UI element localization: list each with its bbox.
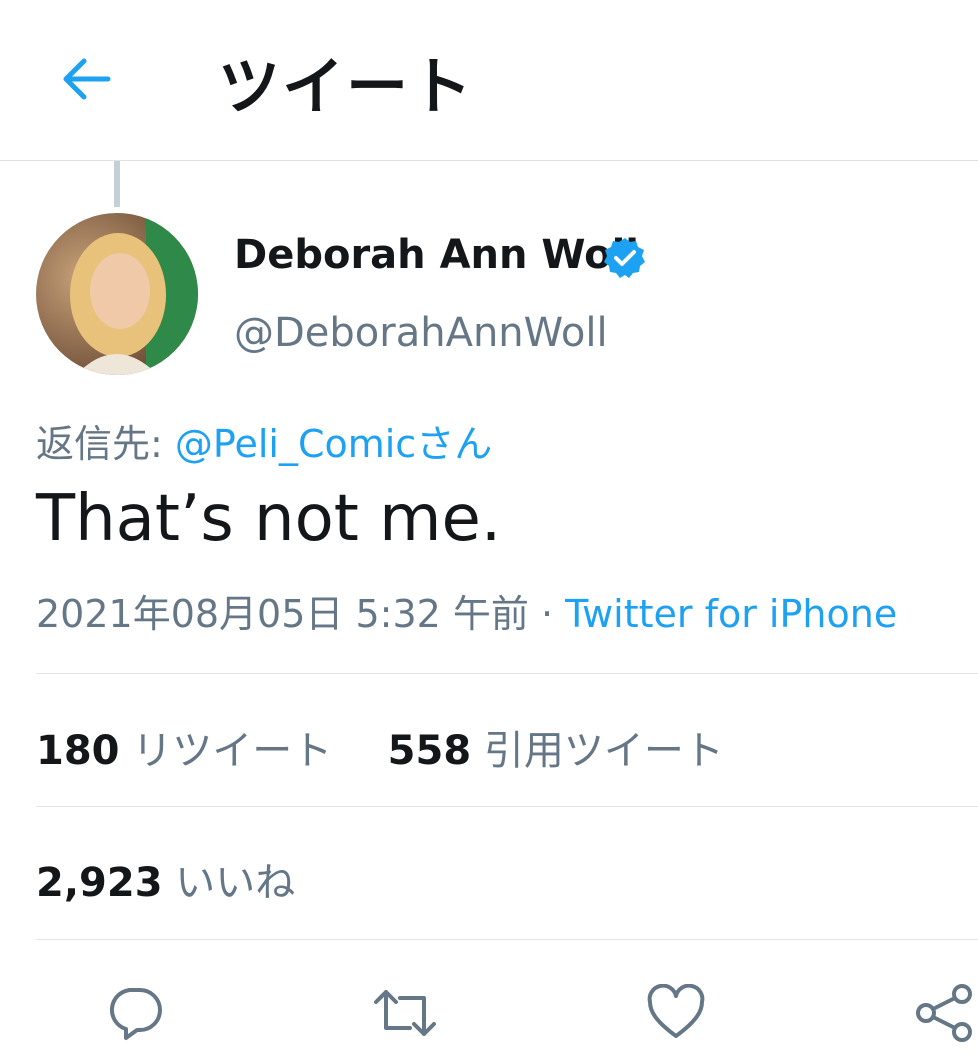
tweet-metadata: 2021年08月05日 5:32 午前 · Twitter for iPhone: [36, 583, 897, 638]
thread-connector: [114, 161, 120, 207]
back-arrow-icon[interactable]: [58, 54, 114, 104]
quote-label: 引用ツイート: [483, 728, 724, 774]
like-label: いいね: [175, 860, 296, 906]
retweet-stat[interactable]: 180 リツイート: [36, 728, 332, 774]
source-link[interactable]: Twitter for iPhone: [565, 592, 897, 636]
quote-stat[interactable]: 558 引用ツイート: [388, 728, 724, 774]
share-icon[interactable]: [912, 984, 974, 1042]
like-icon[interactable]: [646, 984, 706, 1042]
tweet-text: That’s not me.: [36, 482, 502, 556]
user-handle[interactable]: @DeborahAnnWoll: [234, 310, 608, 356]
meta-separator: ·: [528, 592, 566, 636]
divider: [36, 806, 978, 807]
like-stat[interactable]: 2,923 いいね: [36, 850, 295, 908]
divider: [36, 939, 978, 940]
quote-count: 558: [387, 728, 472, 774]
avatar[interactable]: [36, 213, 198, 375]
divider: [36, 673, 978, 674]
reply-prefix: 返信先:: [36, 422, 175, 466]
verified-badge-icon: [604, 238, 645, 278]
retweet-stats: 180 リツイート 558 引用ツイート: [36, 718, 724, 776]
reply-to-link[interactable]: @Peli_Comicさん: [175, 422, 492, 466]
retweet-icon[interactable]: [372, 984, 438, 1042]
reply-icon[interactable]: [106, 984, 164, 1042]
retweet-label: リツイート: [132, 728, 333, 774]
retweet-count: 180: [36, 728, 120, 774]
page-title: ツイート: [218, 50, 475, 123]
display-name[interactable]: Deborah Ann Woll: [234, 232, 639, 278]
reply-context: 返信先: @Peli_Comicさん: [36, 413, 492, 468]
top-app-bar: ツイート: [0, 0, 978, 161]
timestamp: 2021年08月05日 5:32 午前: [36, 592, 529, 636]
like-count: 2,923: [36, 860, 163, 906]
